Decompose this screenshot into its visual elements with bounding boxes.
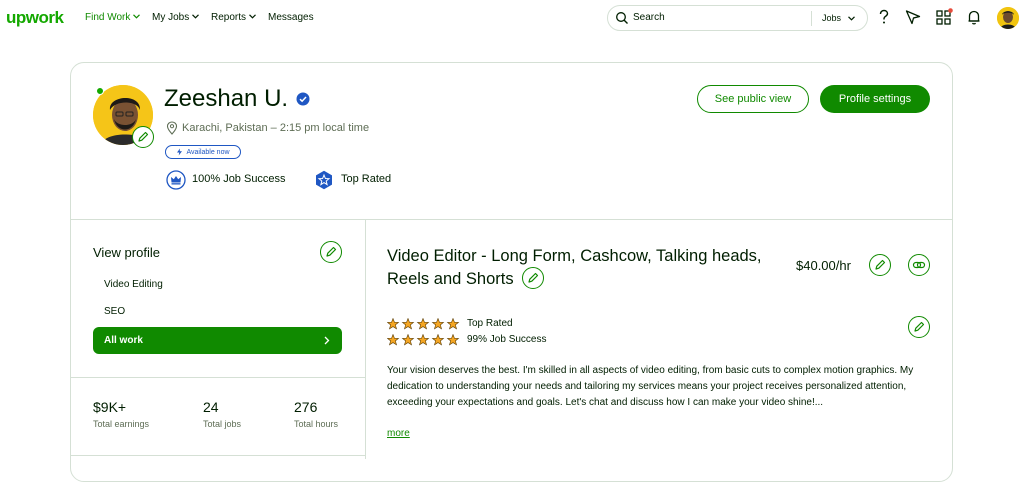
total-earnings-value: $9K+ bbox=[93, 399, 127, 415]
nav-my-jobs[interactable]: My Jobs bbox=[152, 12, 200, 23]
profile-title-text: Video Editor - Long Form, Cashcow, Talki… bbox=[387, 247, 762, 288]
pencil-icon bbox=[138, 131, 149, 142]
sidebar-item-all-work[interactable]: All work bbox=[93, 327, 342, 354]
edit-title-button[interactable] bbox=[522, 267, 545, 289]
chevron-down-icon bbox=[249, 14, 256, 21]
edit-avatar-button[interactable] bbox=[132, 126, 154, 148]
nav-find-work[interactable]: Find Work bbox=[85, 12, 141, 23]
top-rated-badge: Top Rated bbox=[341, 173, 392, 185]
sidebar-item-seo[interactable]: SEO bbox=[104, 306, 125, 317]
search-scope-label: Jobs bbox=[822, 13, 842, 23]
nav-messages[interactable]: Messages bbox=[268, 12, 314, 23]
help-icon[interactable] bbox=[875, 8, 893, 26]
user-avatar[interactable] bbox=[997, 7, 1019, 29]
total-hours-label: Total hours bbox=[294, 419, 339, 429]
profile-overview: Your vision deserves the best. I'm skill… bbox=[387, 365, 914, 408]
chevron-down-icon bbox=[133, 14, 141, 21]
see-public-view-button[interactable]: See public view bbox=[697, 85, 809, 113]
edit-view-profile-button[interactable] bbox=[320, 241, 342, 263]
more-link[interactable]: more bbox=[387, 428, 410, 439]
availability-badge[interactable]: Available now bbox=[165, 145, 241, 159]
copy-link-button[interactable] bbox=[908, 254, 930, 276]
pencil-icon bbox=[875, 259, 886, 270]
hourly-rate: $40.00/hr bbox=[796, 258, 851, 273]
column-divider bbox=[365, 219, 366, 459]
rating-label-job-success: 99% Job Success bbox=[467, 334, 547, 345]
search-box[interactable]: Search Jobs bbox=[607, 5, 868, 31]
lightning-icon bbox=[177, 148, 183, 156]
search-icon bbox=[616, 12, 628, 24]
nav-messages-label: Messages bbox=[268, 12, 314, 23]
section-divider bbox=[70, 219, 953, 220]
verified-badge-icon bbox=[296, 92, 310, 106]
pencil-icon bbox=[528, 272, 539, 283]
nav-reports-label: Reports bbox=[211, 12, 247, 23]
total-hours-value: 276 bbox=[294, 399, 318, 415]
job-success-badge: 100% Job Success bbox=[192, 173, 286, 185]
profile-settings-button[interactable]: Profile settings bbox=[820, 85, 930, 113]
top-navigation-bar: upwork Find Work My Jobs Reports Message… bbox=[0, 0, 1024, 36]
chevron-right-icon bbox=[324, 333, 330, 348]
star-rating-icon bbox=[387, 318, 460, 330]
profile-title: Video Editor - Long Form, Cashcow, Talki… bbox=[387, 246, 777, 290]
apps-icon[interactable] bbox=[935, 8, 953, 26]
sidebar-divider bbox=[70, 377, 365, 378]
freelancer-name: Zeeshan U. bbox=[164, 85, 289, 112]
sidebar-item-video-editing[interactable]: Video Editing bbox=[104, 279, 163, 290]
rating-label-top-rated: Top Rated bbox=[467, 318, 513, 329]
pencil-icon bbox=[914, 321, 925, 332]
nav-my-jobs-label: My Jobs bbox=[152, 12, 190, 23]
chevron-down-icon bbox=[192, 14, 200, 21]
location-pin-icon bbox=[166, 121, 178, 135]
search-input[interactable]: Search bbox=[633, 12, 665, 23]
sidebar-item-all-work-label: All work bbox=[104, 335, 143, 346]
star-rating-icon bbox=[387, 334, 460, 346]
pencil-icon bbox=[326, 246, 337, 257]
edit-rate-button[interactable] bbox=[869, 254, 891, 276]
notifications-icon[interactable] bbox=[965, 8, 983, 26]
link-icon bbox=[912, 261, 926, 269]
total-jobs-label: Total jobs bbox=[203, 419, 242, 429]
view-profile-title: View profile bbox=[93, 245, 160, 260]
availability-label: Available now bbox=[186, 148, 230, 156]
nav-find-work-label: Find Work bbox=[85, 12, 131, 23]
search-scope-select[interactable]: Jobs bbox=[822, 13, 855, 23]
nav-reports[interactable]: Reports bbox=[211, 12, 256, 23]
total-jobs-value: 24 bbox=[203, 399, 219, 415]
total-earnings-label: Total earnings bbox=[93, 419, 150, 429]
location-text: Karachi, Pakistan – 2:15 pm local time bbox=[182, 122, 370, 134]
direct-contracts-icon[interactable] bbox=[904, 8, 922, 26]
edit-overview-button[interactable] bbox=[908, 316, 930, 338]
chevron-down-icon bbox=[847, 16, 855, 21]
upwork-logo[interactable]: upwork bbox=[6, 8, 64, 28]
online-status-dot bbox=[96, 87, 104, 95]
sidebar-divider-bottom bbox=[70, 455, 365, 456]
search-divider bbox=[811, 11, 812, 26]
crown-icon bbox=[166, 170, 186, 190]
top-rated-icon bbox=[316, 170, 332, 190]
